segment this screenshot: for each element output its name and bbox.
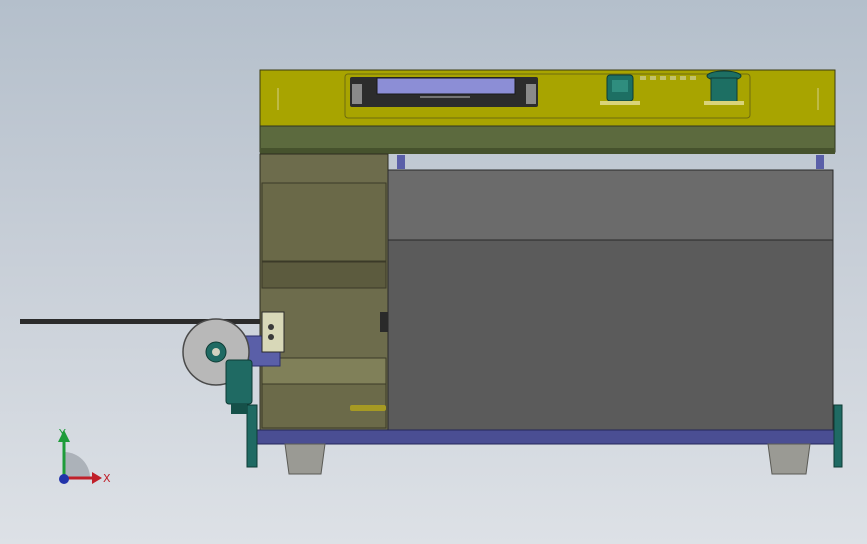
leg-left	[246, 404, 258, 468]
y-axis-label: Y	[58, 427, 66, 440]
shaft-clamp	[380, 312, 388, 332]
brass-handle	[350, 405, 386, 411]
guide-block	[261, 311, 285, 353]
side-panel-mid	[261, 261, 387, 289]
leg-right	[833, 404, 843, 468]
z-axis-origin-icon	[59, 474, 69, 484]
motor-body	[225, 359, 253, 405]
upper-cabinet	[387, 169, 834, 241]
motor-cap	[231, 404, 247, 414]
machine-body	[246, 69, 843, 475]
x-axis-label: X	[103, 472, 111, 485]
foot-left	[284, 443, 326, 475]
display-bezel-left	[352, 84, 362, 104]
display-bezel-right	[526, 84, 536, 104]
display-screen	[376, 77, 516, 95]
base-rail	[249, 429, 836, 445]
triad-arc	[64, 452, 90, 478]
machine-drawing: Y X	[20, 69, 843, 485]
post-right	[816, 155, 824, 169]
lower-cabinet	[387, 239, 834, 431]
coordinate-triad: Y X	[58, 427, 111, 485]
side-panel-upper	[261, 182, 387, 262]
side-panel-lower	[261, 357, 387, 385]
post-left	[397, 155, 405, 169]
foot-right	[767, 443, 811, 475]
frame-band-strip	[260, 148, 835, 154]
